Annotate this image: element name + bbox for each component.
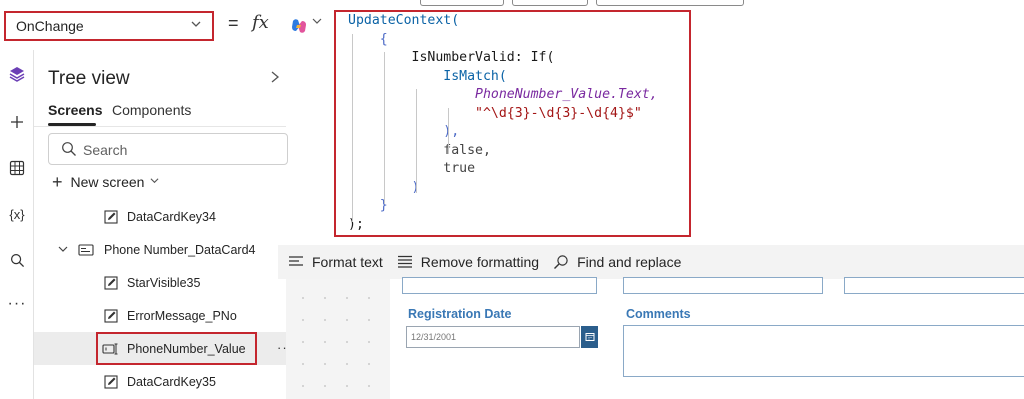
tree-item-label: DataCardKey35 xyxy=(127,375,216,389)
indent-guide xyxy=(448,108,449,154)
tab-components[interactable]: Components xyxy=(112,102,191,118)
selection-highlight-box xyxy=(96,332,257,365)
layers-icon[interactable] xyxy=(0,60,34,88)
formula-line: } xyxy=(348,198,388,213)
edit-icon xyxy=(104,375,118,389)
form-field-box[interactable] xyxy=(844,277,1024,294)
top-toolbar-strip xyxy=(0,0,1024,10)
formula-line: ); xyxy=(348,216,364,232)
chevron-down-icon[interactable] xyxy=(58,243,72,257)
chevron-down-icon xyxy=(150,176,159,188)
divider xyxy=(34,126,286,127)
formula-line: UpdateContext( xyxy=(348,13,460,28)
formula-line: IsMatch( xyxy=(348,68,507,84)
formula-line: true xyxy=(348,161,476,176)
table-icon[interactable] xyxy=(0,154,34,182)
format-text-icon xyxy=(289,256,303,266)
tree-item[interactable]: ErrorMessage_PNo xyxy=(34,299,286,332)
variables-icon[interactable]: {x} xyxy=(0,200,34,228)
formula-line: "^\d{3}-\d{3}-\d{4}$" xyxy=(348,105,642,121)
plus-icon[interactable] xyxy=(0,108,34,136)
form-field-box[interactable] xyxy=(623,277,823,294)
more-icon[interactable]: ··· xyxy=(0,290,34,318)
indent-guide xyxy=(384,52,385,204)
fx-icon: fx xyxy=(252,12,269,33)
formula-format-toolbar: Format text Remove formatting Find and r… xyxy=(278,245,1024,279)
search-icon xyxy=(61,141,77,157)
edit-icon xyxy=(104,210,118,224)
comments-input[interactable] xyxy=(623,325,1024,377)
chevron-down-icon xyxy=(190,18,202,33)
search-icon xyxy=(554,255,568,269)
tab-screens[interactable]: Screens xyxy=(48,102,102,118)
formula-line: ), xyxy=(348,124,460,139)
new-screen-button[interactable]: + New screen xyxy=(52,171,159,193)
toolbar-control-stub[interactable] xyxy=(596,0,744,6)
remove-formatting-icon xyxy=(397,255,412,268)
tree-item-label: DataCardKey34 xyxy=(127,210,216,224)
design-canvas[interactable]: Registration Date 12/31/2001 Comments xyxy=(286,277,1024,399)
tree-item[interactable]: StarVisible35 xyxy=(34,266,286,299)
toolbar-control-stub[interactable] xyxy=(512,0,588,6)
chevron-right-icon[interactable] xyxy=(270,70,280,89)
canvas-grid xyxy=(286,279,390,399)
edit-icon xyxy=(104,309,118,323)
tree-item[interactable]: DataCardKey35 xyxy=(34,365,286,398)
registration-date-label: Registration Date xyxy=(408,307,512,321)
tree-item[interactable]: DataCardKey34 xyxy=(34,200,286,233)
calendar-icon[interactable] xyxy=(581,326,598,348)
find-replace-label: Find and replace xyxy=(577,254,682,270)
form-card[interactable]: Registration Date 12/31/2001 Comments xyxy=(390,277,1024,399)
toolbar-control-stub[interactable] xyxy=(420,0,504,6)
tree-item[interactable]: Phone Number_DataCard4 xyxy=(34,233,286,266)
formula-code: UpdateContext( { IsNumberValid: If( IsMa… xyxy=(336,12,689,234)
formula-editor[interactable]: UpdateContext( { IsNumberValid: If( IsMa… xyxy=(334,10,691,237)
formula-line: IsNumberValid: If( xyxy=(348,50,555,65)
tree-search-box[interactable] xyxy=(48,133,288,165)
equals-sign: = xyxy=(228,13,239,33)
registration-date-input[interactable]: 12/31/2001 xyxy=(406,326,580,348)
property-dropdown-value: OnChange xyxy=(16,18,84,34)
formula-line: { xyxy=(348,31,388,47)
plus-icon: + xyxy=(52,171,63,192)
left-rail: {x} ··· xyxy=(0,50,34,399)
formula-line: false, xyxy=(348,142,491,158)
remove-formatting-label: Remove formatting xyxy=(420,254,540,270)
tree-view-panel: Tree view Screens Components + New scree… xyxy=(34,50,292,399)
copilot-icon[interactable] xyxy=(290,17,308,35)
new-screen-label: New screen xyxy=(70,174,145,190)
formula-line: PhoneNumber_Value.Text, xyxy=(348,87,658,102)
search-icon[interactable] xyxy=(0,246,34,274)
tree-item-label: ErrorMessage_PNo xyxy=(127,309,237,323)
tree-item-label: Phone Number_DataCard4 xyxy=(104,243,256,257)
comments-label: Comments xyxy=(626,307,691,321)
remove-formatting-button[interactable]: Remove formatting xyxy=(397,245,539,279)
indent-guide xyxy=(416,89,417,193)
formula-line: IsNumberValid: If( xyxy=(348,50,555,65)
form-field-box[interactable] xyxy=(402,277,597,294)
chevron-down-icon[interactable] xyxy=(312,15,322,29)
tree-view-title: Tree view xyxy=(48,68,130,89)
indent-guide xyxy=(352,34,353,222)
format-text-label: Format text xyxy=(312,254,383,270)
format-text-button[interactable]: Format text xyxy=(288,245,383,279)
edit-icon xyxy=(104,276,118,290)
find-replace-button[interactable]: Find and replace xyxy=(553,245,681,279)
card-icon xyxy=(78,243,94,257)
tree-item-label: StarVisible35 xyxy=(127,276,201,290)
property-dropdown[interactable]: OnChange xyxy=(4,11,214,41)
tree-search-input[interactable] xyxy=(83,140,273,160)
